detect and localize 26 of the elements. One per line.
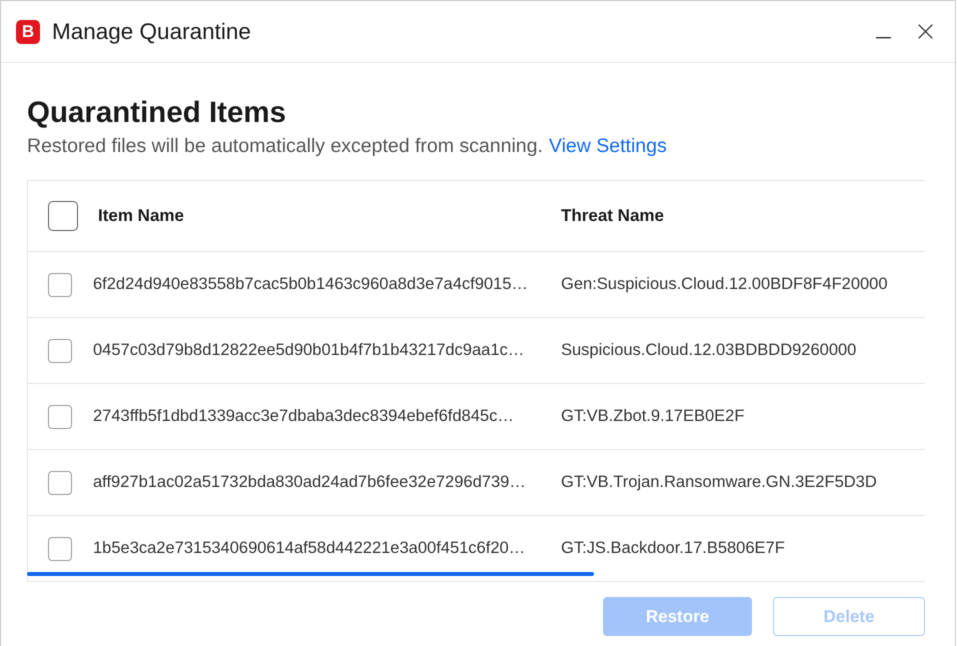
checkbox[interactable]	[48, 536, 72, 560]
column-header: Item Name	[98, 206, 184, 226]
checkbox[interactable]	[48, 404, 72, 428]
description-text: Restored files will be automatically excepted from scanning.	[27, 134, 543, 159]
item-name: 2743ffb5f1dbd1339acc3e7dbaba3dec8394ebef6fd845c…	[93, 407, 514, 426]
checkbox[interactable]	[48, 470, 72, 494]
page-heading: Quarantined Items	[27, 95, 286, 130]
checkbox[interactable]	[48, 272, 72, 296]
column-header: Threat Name	[561, 206, 664, 225]
item-name: 6f2d24d940e83558b7cac5b0b1463c960a8d3e7a4cf9015…	[93, 275, 528, 294]
window-title: Manage Quarantine	[52, 18, 251, 44]
scrollbar-thumb[interactable]	[27, 572, 594, 576]
item-name: aff927b1ac02a51732bda830ad24ad7b6fee32e7296d739…	[93, 473, 526, 492]
checkbox[interactable]	[48, 201, 78, 231]
view-settings-link[interactable]: View Settings	[548, 134, 667, 159]
item-name: 1b5e3ca2e7315340690614af58d442221e3a00f451c6f20…	[93, 539, 526, 558]
item-name: 0457c03d79b8d12822ee5d90b01b4f7b1b43217dc9aa1c…	[93, 341, 524, 360]
checkbox[interactable]	[48, 338, 72, 362]
threat-name: GT:JS.Backdoor.17.B5806E7F	[561, 539, 785, 557]
close-icon[interactable]	[918, 24, 933, 39]
threat-name: Gen:Suspicious.Cloud.12.00BDF8F4F20000	[561, 275, 888, 293]
minimize-icon[interactable]	[876, 36, 891, 38]
app-logo: B	[16, 20, 40, 44]
threat-name: GT:VB.Trojan.Ransomware.GN.3E2F5D3D	[561, 473, 877, 491]
threat-name: GT:VB.Zbot.9.17EB0E2F	[561, 407, 744, 425]
threat-name: Suspicious.Cloud.12.03BDBDD9260000	[561, 341, 856, 359]
